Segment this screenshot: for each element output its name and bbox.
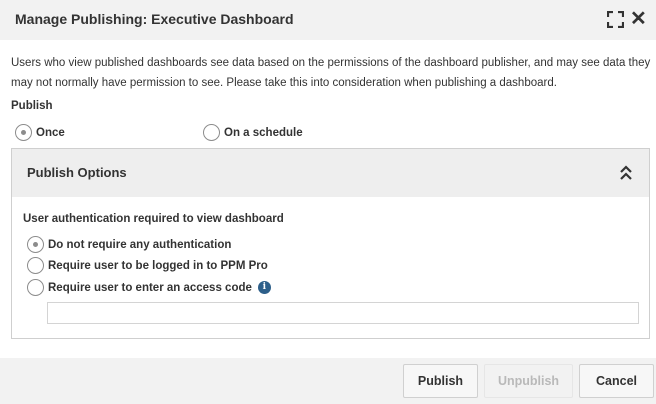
auth-login-label: Require user to be logged in to PPM Pro xyxy=(48,259,268,272)
cancel-button[interactable]: Cancel xyxy=(579,364,654,398)
auth-access-code-radio[interactable]: Require user to enter an access code i xyxy=(27,279,271,296)
publish-once-radio[interactable]: Once xyxy=(15,124,65,141)
radio-circle xyxy=(27,279,44,296)
radio-circle xyxy=(27,257,44,274)
dialog-footer: Publish Unpublish Cancel xyxy=(0,358,656,404)
close-icon[interactable]: ✕ xyxy=(630,9,647,29)
dialog-title-bar: Manage Publishing: Executive Dashboard ✕ xyxy=(0,0,656,40)
publish-once-label: Once xyxy=(36,126,65,139)
auth-none-label: Do not require any authentication xyxy=(48,238,232,251)
radio-circle xyxy=(203,124,220,141)
unpublish-button[interactable]: Unpublish xyxy=(484,364,573,398)
auth-none-radio[interactable]: Do not require any authentication xyxy=(27,236,231,253)
publish-button[interactable]: Publish xyxy=(403,364,478,398)
access-code-input[interactable] xyxy=(47,302,639,324)
publish-schedule-label: On a schedule xyxy=(224,126,303,139)
auth-access-code-label: Require user to enter an access code xyxy=(48,281,252,294)
publish-options-title: Publish Options xyxy=(27,165,127,180)
publish-options-header[interactable]: Publish Options xyxy=(12,149,649,197)
auth-requirement-label: User authentication required to view das… xyxy=(23,213,284,225)
publish-options-panel: Publish Options User authentication requ… xyxy=(11,148,650,339)
expand-icon[interactable] xyxy=(607,11,624,28)
radio-circle xyxy=(27,236,44,253)
info-icon[interactable]: i xyxy=(257,281,271,294)
chevron-double-up-icon[interactable] xyxy=(619,165,633,181)
publish-label: Publish xyxy=(11,100,53,112)
auth-login-radio[interactable]: Require user to be logged in to PPM Pro xyxy=(27,257,268,274)
radio-circle xyxy=(15,124,32,141)
publish-schedule-radio[interactable]: On a schedule xyxy=(203,124,303,141)
permission-notice: Users who view published dashboards see … xyxy=(11,57,651,89)
dialog-title: Manage Publishing: Executive Dashboard xyxy=(15,11,294,27)
